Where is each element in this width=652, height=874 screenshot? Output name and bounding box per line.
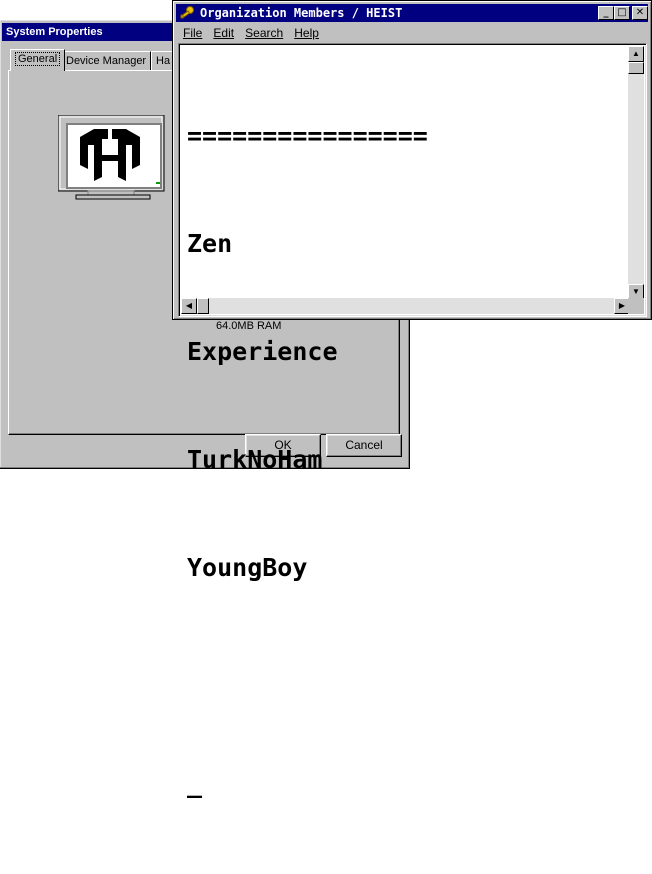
scroll-left-arrow-icon[interactable]: ◀ — [181, 298, 197, 314]
horizontal-scrollbar[interactable]: ◀ ▶ — [181, 298, 630, 314]
menu-edit[interactable]: Edit — [213, 24, 234, 42]
minimize-button[interactable]: _ — [598, 6, 614, 20]
tab-general-label: General — [15, 52, 61, 66]
key-icon — [179, 5, 195, 21]
editor-text[interactable]: ================ Zen Experience TurkNoHa… — [187, 46, 428, 874]
menu-search[interactable]: Search — [245, 24, 283, 42]
menu-edit-label: Edit — [213, 26, 235, 40]
menu-bar: File Edit Search Help — [179, 24, 323, 42]
vertical-scroll-thumb[interactable] — [628, 62, 644, 74]
menu-help[interactable]: Help — [294, 24, 319, 42]
menu-file[interactable]: File — [183, 24, 202, 42]
notepad-titlebar[interactable]: Organization Members / HEIST _ □ ✕ — [176, 4, 648, 22]
menu-file-label: File — [183, 26, 203, 40]
menu-search-label: Search — [245, 26, 284, 40]
notepad-window: Organization Members / HEIST _ □ ✕ File … — [172, 0, 652, 798]
scrollbar-corner — [628, 298, 644, 314]
vertical-scrollbar[interactable]: ▲ ▼ — [628, 46, 644, 300]
text-cursor-line: _ — [187, 769, 203, 798]
monitor-icon — [57, 114, 168, 203]
tab-device-manager-label: Device Manager — [66, 55, 147, 67]
menu-help-label: Help — [294, 26, 319, 40]
text-line — [187, 658, 428, 694]
tab-hardware-label: Ha — [156, 55, 171, 67]
close-icon: ✕ — [635, 7, 645, 18]
text-line: YoungBoy — [187, 553, 308, 582]
text-line: TurkNoHam — [187, 445, 323, 474]
text-line: ================ — [187, 121, 428, 150]
minimize-icon: _ — [603, 7, 609, 18]
text-line: Experience — [187, 337, 338, 366]
maximize-button[interactable]: □ — [614, 6, 630, 20]
text-line: Zen — [187, 229, 233, 258]
tab-general[interactable]: General — [10, 49, 66, 71]
notepad-title: Organization Members / HEIST — [200, 6, 403, 20]
text-editor[interactable]: ================ Zen Experience TurkNoHa… — [178, 43, 647, 798]
maximize-icon: □ — [617, 7, 627, 18]
close-button[interactable]: ✕ — [632, 6, 648, 20]
horizontal-scroll-thumb[interactable] — [197, 298, 209, 314]
scroll-up-arrow-icon[interactable]: ▲ — [628, 46, 644, 62]
tab-device-manager[interactable]: Device Manager — [61, 51, 152, 71]
